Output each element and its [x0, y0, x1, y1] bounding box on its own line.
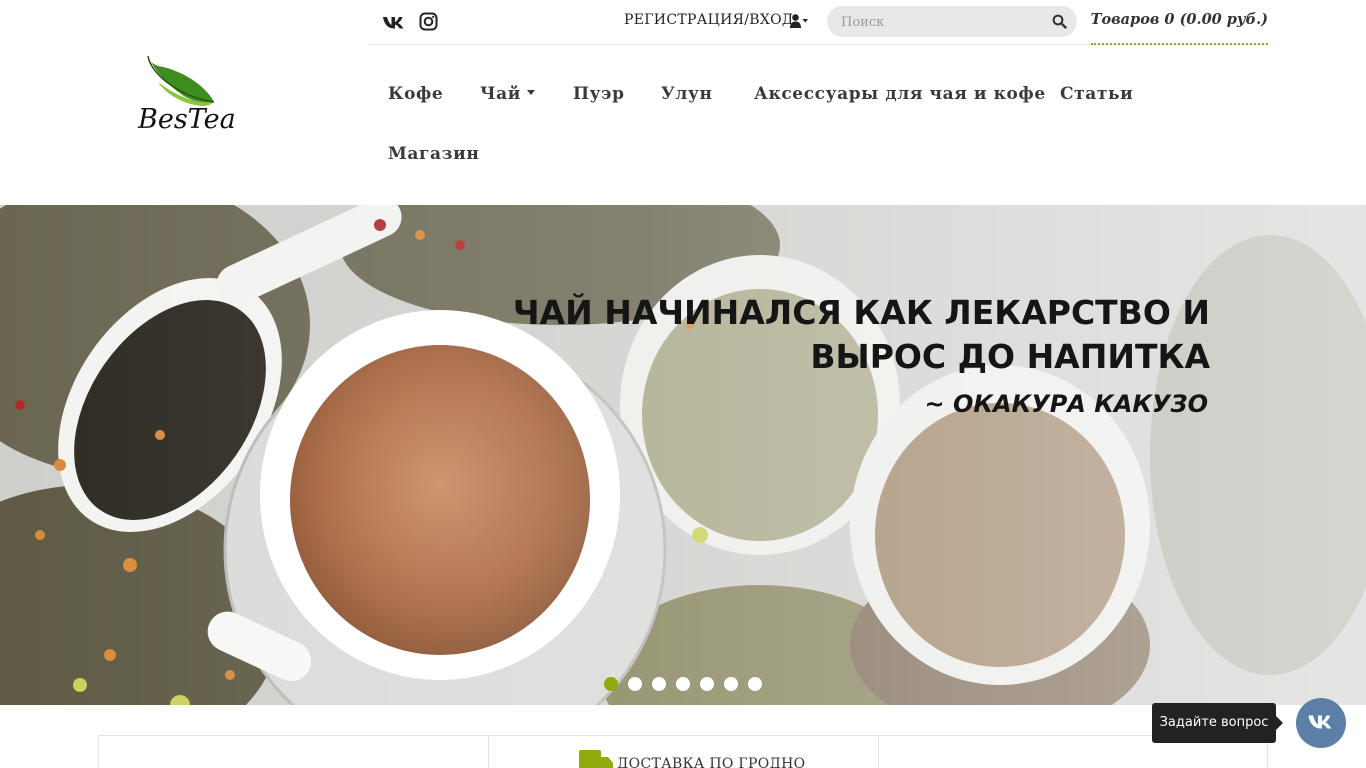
site-logo[interactable]: BesTea: [136, 52, 246, 142]
vk-chat-button[interactable]: [1296, 698, 1346, 748]
truck-icon: [579, 750, 613, 768]
logo-text: BesTea: [138, 104, 236, 135]
nav-item-tea[interactable]: Чай: [480, 84, 535, 104]
vk-icon: [1308, 715, 1332, 729]
top-bar: РЕГИСТРАЦИЯ/ВХОД Товаров 0 (0.00 руб.): [368, 0, 1268, 45]
hero-quote-line-1: ЧАЙ НАЧИНАЛСЯ КАК ЛЕКАРСТВО И: [512, 293, 1210, 332]
hero-quote-line-2: ВЫРОС ДО НАПИТКА: [810, 337, 1210, 376]
nav-item-tea-label: Чай: [480, 84, 521, 104]
hero-slider[interactable]: ЧАЙ НАЧИНАЛСЯ КАК ЛЕКАРСТВО И ВЫРОС ДО Н…: [0, 205, 1366, 705]
nav-item-oolong[interactable]: Улун: [661, 84, 713, 104]
slider-dot[interactable]: [628, 677, 642, 691]
vk-icon: [383, 17, 404, 29]
vk-link[interactable]: [382, 11, 406, 33]
slider-dot[interactable]: [604, 677, 618, 691]
search-box: [827, 6, 1077, 37]
cart-link[interactable]: Товаров 0 (0.00 руб.): [1091, 0, 1268, 45]
hero-quote: ЧАЙ НАЧИНАЛСЯ КАК ЛЕКАРСТВО И ВЫРОС ДО Н…: [513, 291, 1210, 379]
caret-down-icon: [526, 90, 535, 95]
slider-dot[interactable]: [652, 677, 666, 691]
slider-dot[interactable]: [748, 677, 762, 691]
slider-dot[interactable]: [700, 677, 714, 691]
cart-summary: Товаров 0 (0.00 руб.): [1090, 11, 1268, 28]
features-strip: ДОСТАВКА ПО ГРОДНО: [98, 735, 1268, 768]
nav-item-accessories[interactable]: Аксессуары для чая и кофе: [754, 84, 1046, 104]
slider-dot[interactable]: [676, 677, 690, 691]
hero-quote-author: ~ ОКАКУРА КАКУЗО: [924, 390, 1208, 418]
nav-item-puer[interactable]: Пуэр: [573, 84, 625, 104]
feature-block: [99, 736, 489, 768]
ask-question-tooltip: Задайте вопрос: [1152, 703, 1283, 743]
nav-item-shop[interactable]: Магазин: [388, 144, 479, 164]
nav-item-coffee[interactable]: Кофе: [388, 84, 443, 104]
slider-dot[interactable]: [724, 677, 738, 691]
feature-block-delivery: ДОСТАВКА ПО ГРОДНО: [489, 736, 879, 768]
nav-item-articles[interactable]: Статьи: [1060, 84, 1133, 104]
search-input[interactable]: [841, 12, 1041, 32]
search-icon[interactable]: [1052, 14, 1067, 29]
tea-photo-background: [0, 205, 1366, 705]
delivery-label: ДОСТАВКА ПО ГРОДНО: [617, 756, 806, 768]
instagram-icon: [419, 12, 438, 31]
instagram-link[interactable]: [418, 11, 442, 33]
user-dropdown-icon[interactable]: [790, 13, 810, 29]
register-login-link[interactable]: РЕГИСТРАЦИЯ/ВХОД: [624, 12, 794, 28]
